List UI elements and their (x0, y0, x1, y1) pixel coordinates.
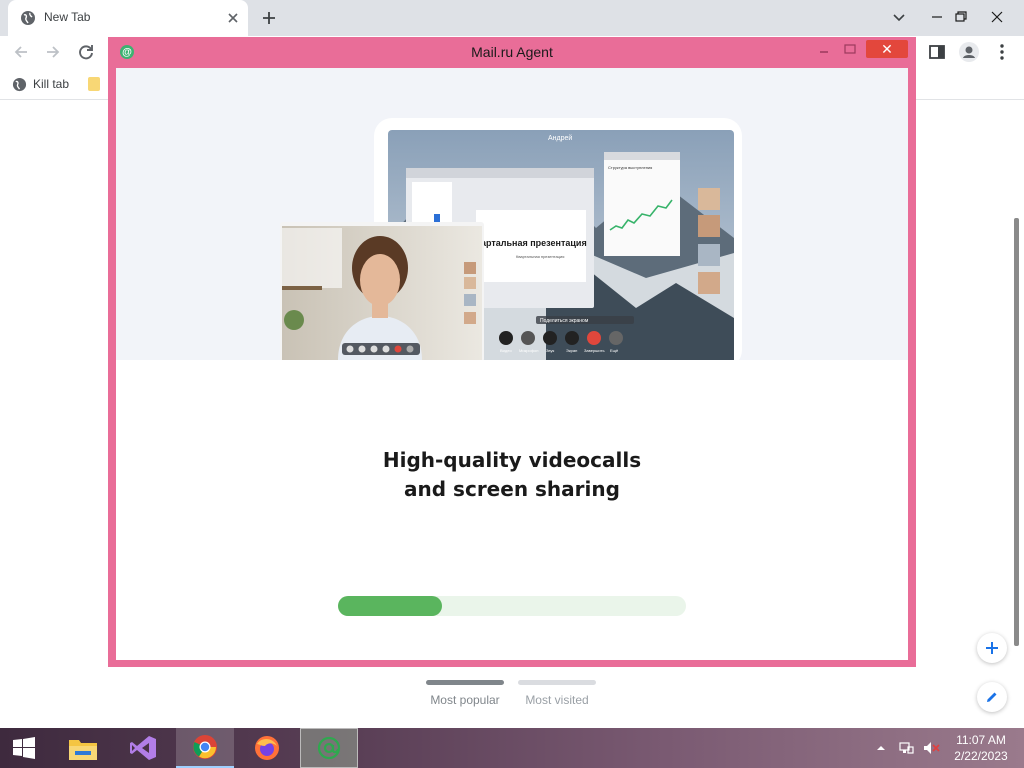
system-tray (874, 728, 940, 768)
plus-icon (986, 642, 998, 654)
tab-most-popular[interactable]: Most popular (420, 680, 510, 707)
illustration-control-more: Ещё (610, 348, 619, 353)
restore-window-icon[interactable] (946, 2, 976, 32)
globe-icon (12, 77, 27, 91)
speaker-muted-icon[interactable] (922, 740, 940, 756)
tab-label: Most popular (430, 693, 500, 707)
agent-titlebar[interactable]: @ Mail.ru Agent ✕ (108, 37, 916, 67)
visual-studio-icon (130, 736, 156, 760)
illustration-toast: Поделиться экраном (540, 318, 589, 324)
reload-icon[interactable] (75, 41, 97, 63)
taskbar-mail-agent[interactable] (300, 728, 358, 768)
browser-tabstrip: New Tab (0, 0, 1024, 36)
pencil-icon (987, 692, 997, 702)
clock-date: 2/22/2023 (954, 749, 1008, 763)
tab-indicator (426, 680, 504, 685)
taskbar-clock[interactable]: 11:07 AM 2/22/2023 (946, 732, 1016, 764)
agent-minimize-icon[interactable] (816, 43, 832, 55)
mail-agent-icon (317, 736, 341, 760)
bookmark-label: Kill tab (33, 77, 70, 91)
chrome-icon (193, 735, 217, 759)
close-tab-icon[interactable] (226, 11, 240, 25)
tab-label: Most visited (525, 693, 589, 707)
taskbar-file-explorer[interactable] (54, 728, 112, 768)
new-tab-button[interactable] (258, 7, 280, 29)
illustration-caller-name: Андрей (548, 134, 572, 142)
menu-kebab-icon[interactable] (991, 41, 1013, 63)
start-button[interactable] (0, 728, 48, 768)
illustration-control-sound: Звук (546, 348, 554, 353)
add-shortcut-button[interactable] (977, 633, 1007, 663)
file-explorer-icon (69, 740, 97, 760)
illustration-svg: Андрей артальная презентация Квартальная… (280, 118, 742, 360)
videocall-illustration: Андрей артальная презентация Квартальная… (116, 68, 908, 360)
firefox-icon (255, 736, 279, 760)
windows-start-icon (13, 737, 35, 759)
network-icon[interactable] (898, 740, 914, 756)
close-window-icon[interactable] (982, 2, 1012, 32)
illustration-control-video: Видео (500, 348, 512, 353)
taskbar-chrome[interactable] (176, 728, 234, 768)
back-arrow-icon[interactable] (10, 41, 32, 63)
agent-window-title: Mail.ru Agent (471, 44, 553, 60)
show-hidden-icons-chevron-icon[interactable] (874, 741, 888, 755)
illustration-slide-title: артальная презентация (481, 238, 587, 248)
onboarding-headline: High-quality videocalls and screen shari… (116, 446, 908, 504)
clock-time: 11:07 AM (956, 733, 1006, 747)
onboarding-progress-bar (338, 596, 686, 616)
bookmark-folder-icon[interactable] (88, 77, 100, 91)
headline-line-1: High-quality videocalls (382, 448, 642, 472)
agent-maximize-icon[interactable] (842, 43, 858, 55)
illustration-control-end: Завершить (584, 348, 605, 353)
bookmark-kill-tab[interactable]: Kill tab (12, 75, 69, 93)
profile-avatar-icon[interactable] (958, 41, 980, 63)
tab-new-tab[interactable]: New Tab (8, 0, 248, 36)
customize-page-button[interactable] (977, 682, 1007, 712)
onboarding-progress-fill (338, 596, 443, 616)
tab-title: New Tab (44, 10, 91, 24)
forward-arrow-icon[interactable] (42, 41, 64, 63)
headline-line-2: and screen sharing (404, 477, 620, 501)
agent-onboarding-panel: Андрей артальная презентация Квартальная… (116, 68, 908, 660)
illustration-doc-title: Структура выступления (608, 165, 652, 170)
taskbar-firefox[interactable] (238, 728, 296, 768)
windows-taskbar: 11:07 AM 2/22/2023 (0, 728, 1024, 768)
page-scrollbar[interactable] (1014, 218, 1019, 646)
tab-indicator (518, 680, 596, 685)
globe-icon (21, 11, 35, 25)
taskbar-visual-studio[interactable] (114, 728, 172, 768)
ntp-shortcut-tabs: Most popular Most visited (420, 680, 620, 710)
mail-agent-window: @ Mail.ru Agent ✕ Андрей артальная презе… (108, 37, 916, 667)
illustration-slide-subtitle: Квартальная презентация (516, 254, 564, 259)
tab-most-visited[interactable]: Most visited (512, 680, 602, 707)
tab-search-chevron-icon[interactable] (884, 2, 914, 32)
illustration-control-mic: Микрофон (519, 348, 539, 353)
agent-close-button[interactable]: ✕ (866, 40, 908, 58)
side-panel-icon[interactable] (926, 41, 948, 63)
illustration-control-screen: Экран (566, 348, 577, 353)
